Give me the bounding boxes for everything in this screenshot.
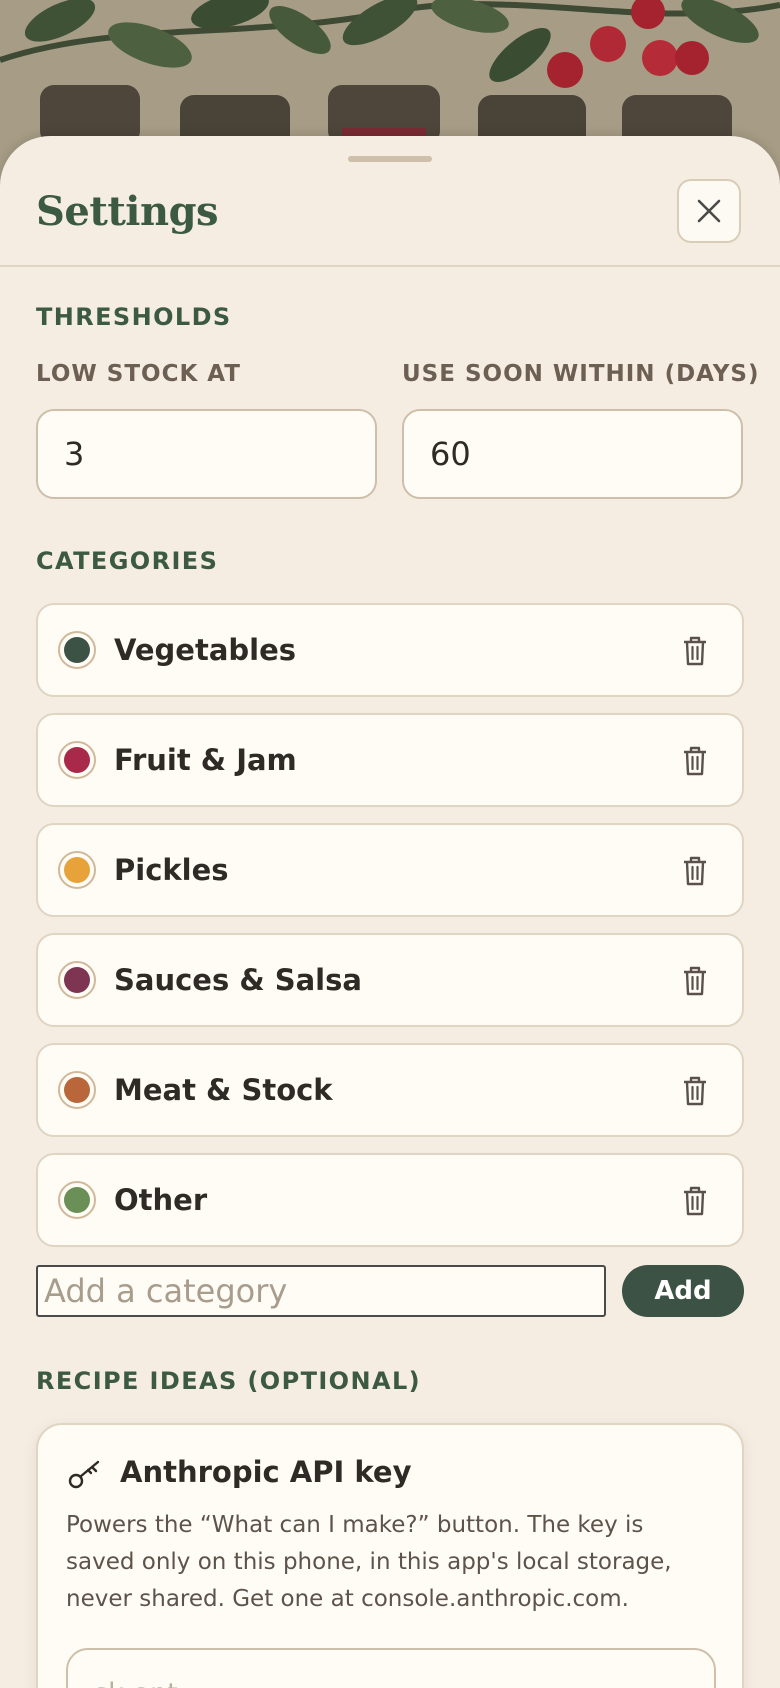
- delete-category-button[interactable]: [678, 963, 712, 999]
- add-category-row: Add: [36, 1265, 744, 1317]
- category-color-swatch[interactable]: [58, 1181, 96, 1219]
- close-icon: [697, 199, 721, 223]
- trash-icon: [684, 966, 706, 996]
- trash-icon: [684, 636, 706, 666]
- category-color-dot: [64, 967, 90, 993]
- low-stock-input[interactable]: [36, 409, 377, 499]
- categories-section-label: CATEGORIES: [36, 547, 219, 575]
- thresholds-section-label: THRESHOLDS: [36, 303, 232, 331]
- category-row[interactable]: Meat & Stock: [36, 1043, 744, 1137]
- key-icon: [68, 1460, 100, 1489]
- drag-handle[interactable]: [348, 156, 432, 162]
- trash-icon: [684, 1186, 706, 1216]
- add-category-input[interactable]: [36, 1265, 606, 1317]
- category-name: Sauces & Salsa: [114, 963, 362, 997]
- page-title: Settings: [36, 188, 219, 235]
- category-color-swatch[interactable]: [58, 851, 96, 889]
- use-soon-label: USE SOON WITHIN (DAYS): [402, 361, 760, 387]
- category-color-swatch[interactable]: [58, 741, 96, 779]
- category-row[interactable]: Other: [36, 1153, 744, 1247]
- trash-icon: [684, 856, 706, 886]
- category-list: Vegetables Fruit & Jam Pickles Sauces & Sal…: [36, 603, 744, 1263]
- category-color-dot: [64, 747, 90, 773]
- category-name: Other: [114, 1183, 208, 1217]
- api-key-card: Anthropic API key Powers the “What can I…: [36, 1423, 744, 1688]
- category-color-dot: [64, 1187, 90, 1213]
- category-color-dot: [64, 637, 90, 663]
- use-soon-input[interactable]: [402, 409, 743, 499]
- settings-sheet: Settings THRESHOLDS LOW STOCK AT USE SOO…: [0, 136, 780, 1688]
- delete-category-button[interactable]: [678, 743, 712, 779]
- category-color-swatch[interactable]: [58, 631, 96, 669]
- api-key-input[interactable]: [66, 1648, 716, 1688]
- low-stock-label: LOW STOCK AT: [36, 361, 241, 387]
- category-row[interactable]: Vegetables: [36, 603, 744, 697]
- delete-category-button[interactable]: [678, 853, 712, 889]
- category-color-swatch[interactable]: [58, 961, 96, 999]
- trash-icon: [684, 1076, 706, 1106]
- trash-icon: [684, 746, 706, 776]
- category-color-dot: [64, 857, 90, 883]
- delete-category-button[interactable]: [678, 1073, 712, 1109]
- delete-category-button[interactable]: [678, 633, 712, 669]
- category-row[interactable]: Sauces & Salsa: [36, 933, 744, 1027]
- category-name: Pickles: [114, 853, 229, 887]
- category-name: Vegetables: [114, 633, 297, 667]
- delete-category-button[interactable]: [678, 1183, 712, 1219]
- category-color-dot: [64, 1077, 90, 1103]
- category-color-swatch[interactable]: [58, 1071, 96, 1109]
- api-key-title: Anthropic API key: [120, 1455, 412, 1489]
- header-divider: [0, 265, 780, 267]
- api-key-description: Powers the “What can I make?” button. Th…: [66, 1512, 672, 1612]
- category-name: Fruit & Jam: [114, 743, 297, 777]
- add-category-button[interactable]: Add: [622, 1265, 744, 1317]
- category-row[interactable]: Fruit & Jam: [36, 713, 744, 807]
- category-row[interactable]: Pickles: [36, 823, 744, 917]
- category-name: Meat & Stock: [114, 1073, 333, 1107]
- recipe-ideas-section-label: RECIPE IDEAS (OPTIONAL): [36, 1367, 422, 1395]
- close-button[interactable]: [677, 179, 741, 243]
